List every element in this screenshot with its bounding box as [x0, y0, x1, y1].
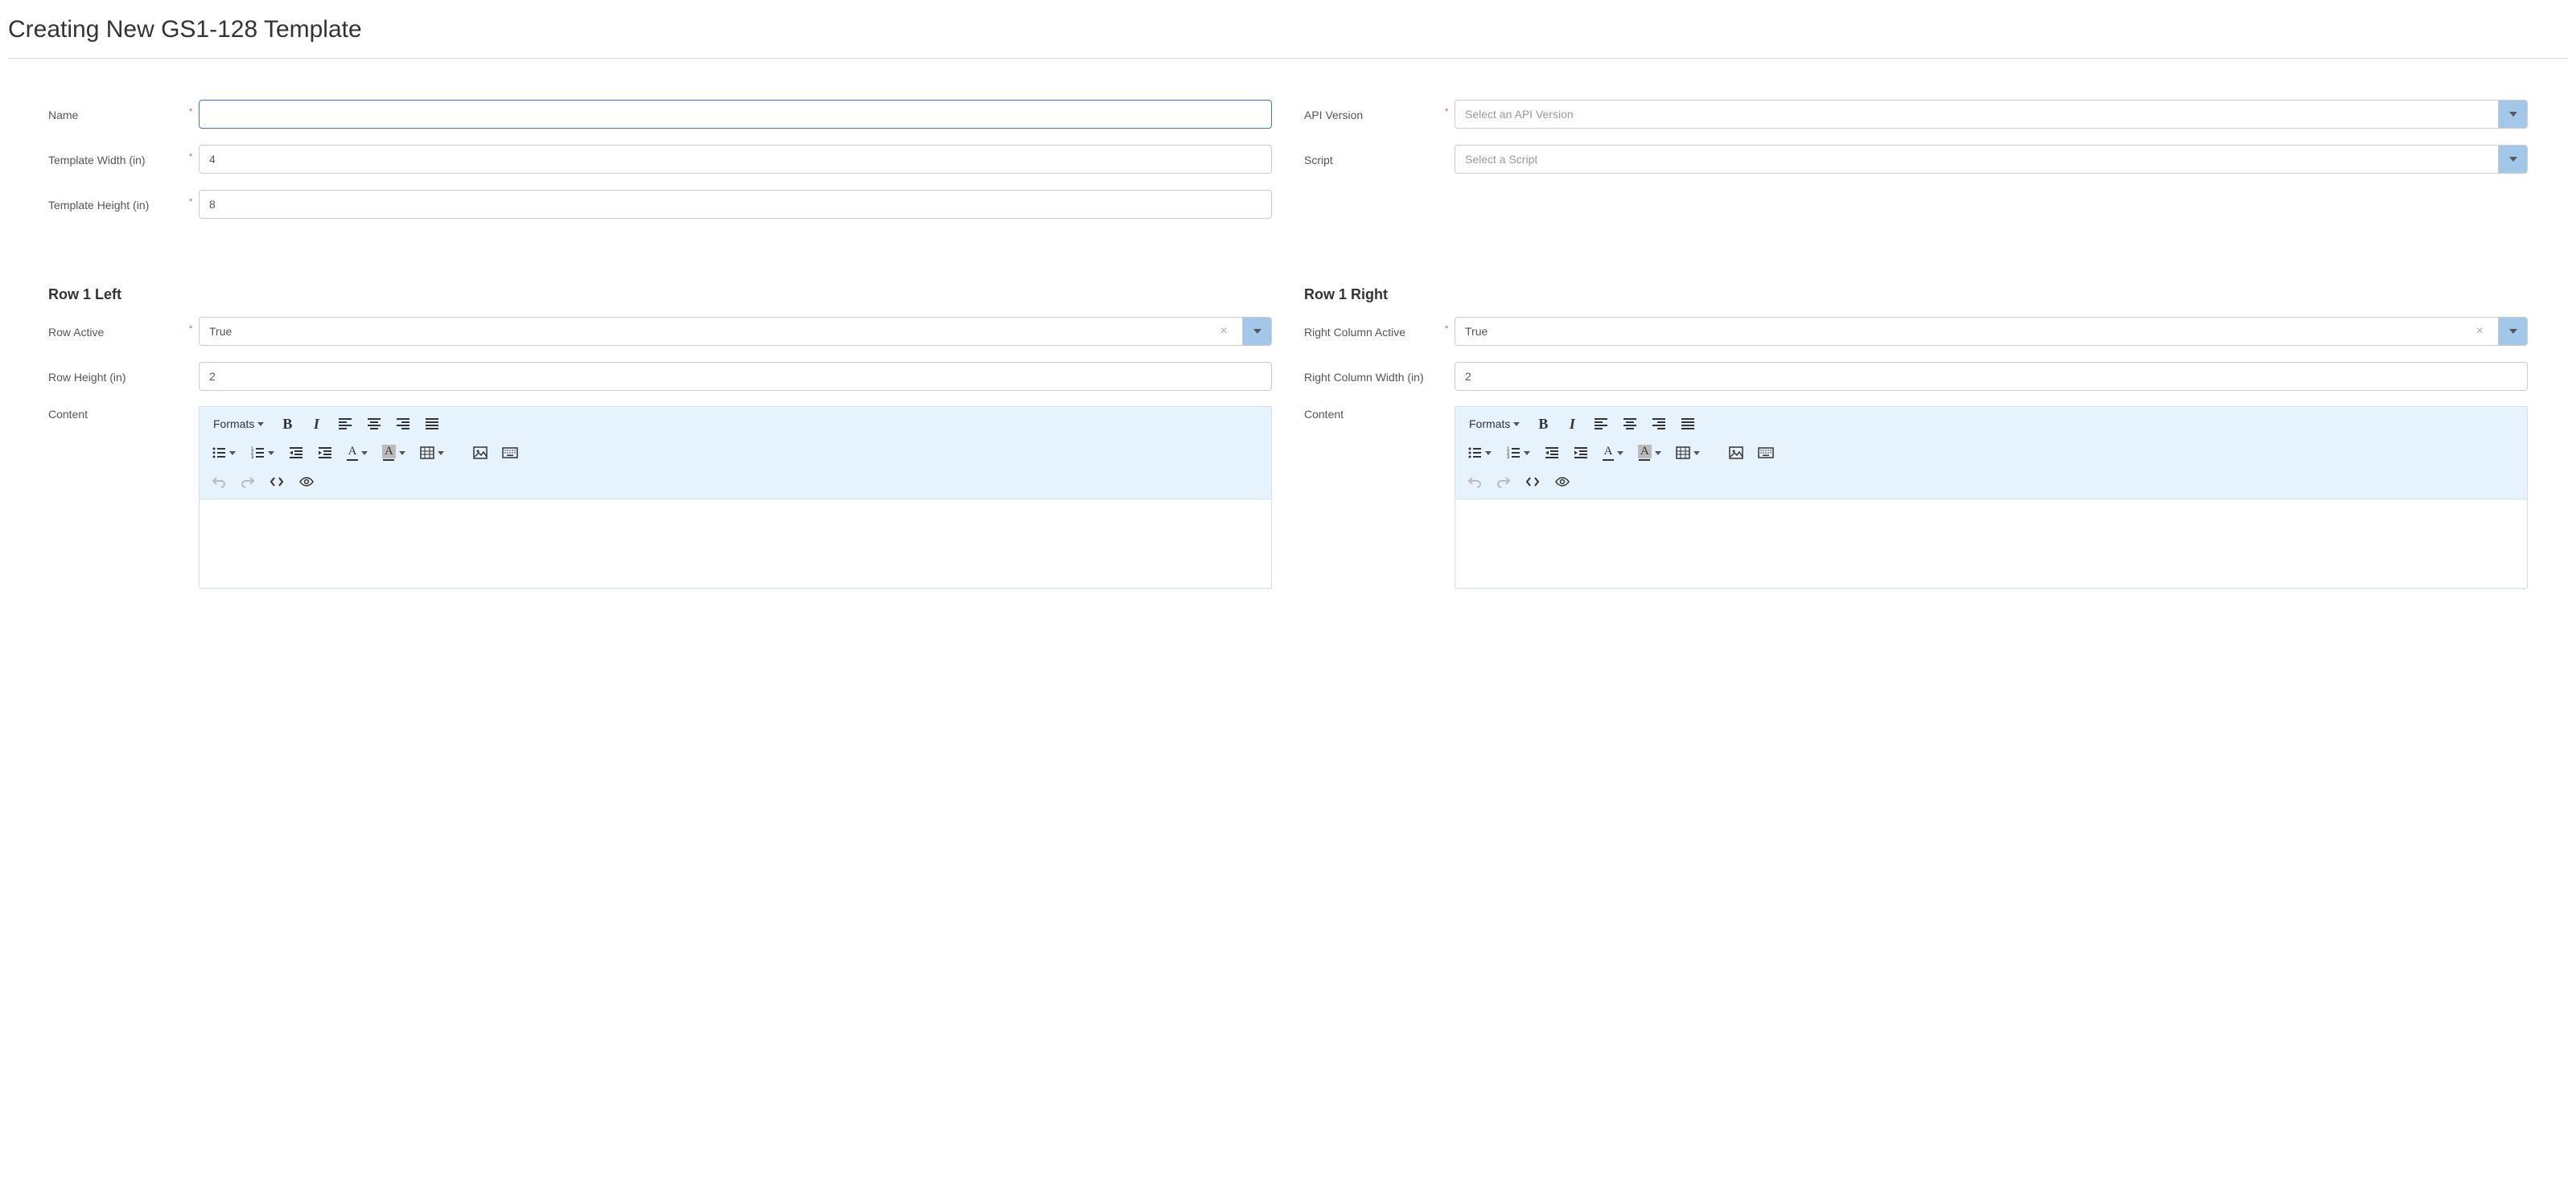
outdent-icon[interactable]: [1540, 441, 1564, 465]
undo-icon[interactable]: [1463, 470, 1487, 494]
row-active-select[interactable]: True ×: [199, 317, 1272, 346]
right-col-width-input[interactable]: [1455, 362, 2528, 391]
required-marker: *: [1445, 325, 1455, 334]
redo-icon[interactable]: [1492, 470, 1516, 494]
right-col-active-value: True: [1465, 325, 1488, 338]
required-marker: *: [189, 153, 199, 162]
row-active-value: True: [209, 325, 232, 338]
bold-icon[interactable]: B: [1531, 412, 1555, 436]
numbered-list-icon[interactable]: 123: [245, 441, 279, 465]
template-height-label: Template Height (in): [48, 197, 189, 212]
page-title: Creating New GS1-128 Template: [8, 16, 2568, 43]
image-icon[interactable]: [468, 441, 492, 465]
template-width-label: Template Width (in): [48, 152, 189, 166]
clear-icon[interactable]: ×: [2471, 324, 2488, 339]
script-placeholder: Select a Script: [1465, 153, 1537, 166]
required-marker: *: [1445, 108, 1455, 117]
right-col-active-label: Right Column Active: [1304, 324, 1445, 339]
chevron-down-icon[interactable]: [2498, 101, 2527, 128]
numbered-list-icon[interactable]: 123: [1501, 441, 1535, 465]
required-marker: *: [189, 108, 199, 117]
svg-text:3: 3: [1507, 455, 1510, 460]
right-col-active-select[interactable]: True ×: [1455, 317, 2528, 346]
align-left-icon[interactable]: [1589, 412, 1613, 436]
row-active-label: Row Active: [48, 324, 189, 339]
align-left-icon[interactable]: [333, 412, 357, 436]
row-height-input[interactable]: [199, 362, 1272, 391]
required-marker: *: [189, 198, 199, 207]
required-marker: *: [189, 325, 199, 334]
api-version-placeholder: Select an API Version: [1465, 108, 1574, 121]
bullet-list-icon[interactable]: [207, 441, 241, 465]
script-select[interactable]: Select a Script: [1455, 145, 2528, 174]
align-center-icon[interactable]: [1618, 412, 1642, 436]
bold-icon[interactable]: B: [275, 412, 299, 436]
keyboard-icon[interactable]: [1753, 441, 1779, 465]
chevron-down-icon[interactable]: [2498, 146, 2527, 173]
editor-content-left[interactable]: [200, 499, 1271, 588]
bullet-list-icon[interactable]: [1463, 441, 1496, 465]
content-editor-left: Formats B I 123: [199, 406, 1272, 589]
editor-content-right[interactable]: [1455, 499, 2527, 588]
editor-toolbar: Formats B I 123: [1455, 407, 2527, 499]
indent-icon[interactable]: [1569, 441, 1593, 465]
text-color-icon[interactable]: A: [342, 441, 372, 465]
undo-icon[interactable]: [207, 470, 231, 494]
align-justify-icon[interactable]: [420, 412, 444, 436]
background-color-icon[interactable]: A: [1633, 441, 1666, 465]
content-label-left: Content: [48, 406, 189, 421]
outdent-icon[interactable]: [284, 441, 308, 465]
keyboard-icon[interactable]: [497, 441, 523, 465]
chevron-down-icon[interactable]: [2498, 318, 2527, 345]
table-icon[interactable]: [1671, 441, 1705, 465]
align-right-icon[interactable]: [391, 412, 415, 436]
source-code-icon[interactable]: [265, 470, 289, 494]
align-right-icon[interactable]: [1647, 412, 1671, 436]
preview-icon[interactable]: [294, 470, 319, 494]
api-version-label: API Version: [1304, 107, 1445, 121]
row1-left-heading: Row 1 Left: [48, 286, 1272, 303]
table-icon[interactable]: [415, 441, 449, 465]
formats-dropdown[interactable]: Formats: [1463, 412, 1526, 436]
indent-icon[interactable]: [313, 441, 337, 465]
background-color-icon[interactable]: A: [377, 441, 410, 465]
italic-icon[interactable]: I: [1560, 412, 1584, 436]
row1-right-heading: Row 1 Right: [1304, 286, 2528, 303]
content-label-right: Content: [1304, 406, 1445, 421]
preview-icon[interactable]: [1549, 470, 1575, 494]
name-input[interactable]: [199, 100, 1272, 129]
editor-toolbar: Formats B I 123: [200, 407, 1271, 499]
chevron-down-icon[interactable]: [1242, 318, 1271, 345]
source-code-icon[interactable]: [1520, 470, 1545, 494]
align-center-icon[interactable]: [362, 412, 386, 436]
clear-icon[interactable]: ×: [1216, 324, 1232, 339]
right-col-width-label: Right Column Width (in): [1304, 369, 1445, 384]
api-version-select[interactable]: Select an API Version: [1455, 100, 2528, 129]
name-label: Name: [48, 107, 189, 121]
redo-icon[interactable]: [236, 470, 260, 494]
content-editor-right: Formats B I 123: [1455, 406, 2528, 589]
template-height-input[interactable]: [199, 190, 1272, 219]
italic-icon[interactable]: I: [304, 412, 328, 436]
text-color-icon[interactable]: A: [1598, 441, 1628, 465]
svg-text:3: 3: [251, 455, 254, 460]
template-width-input[interactable]: [199, 145, 1272, 174]
script-label: Script: [1304, 152, 1445, 166]
row-height-label: Row Height (in): [48, 369, 189, 384]
align-justify-icon[interactable]: [1676, 412, 1700, 436]
image-icon[interactable]: [1724, 441, 1748, 465]
formats-dropdown[interactable]: Formats: [207, 412, 270, 436]
divider: [8, 58, 2568, 59]
